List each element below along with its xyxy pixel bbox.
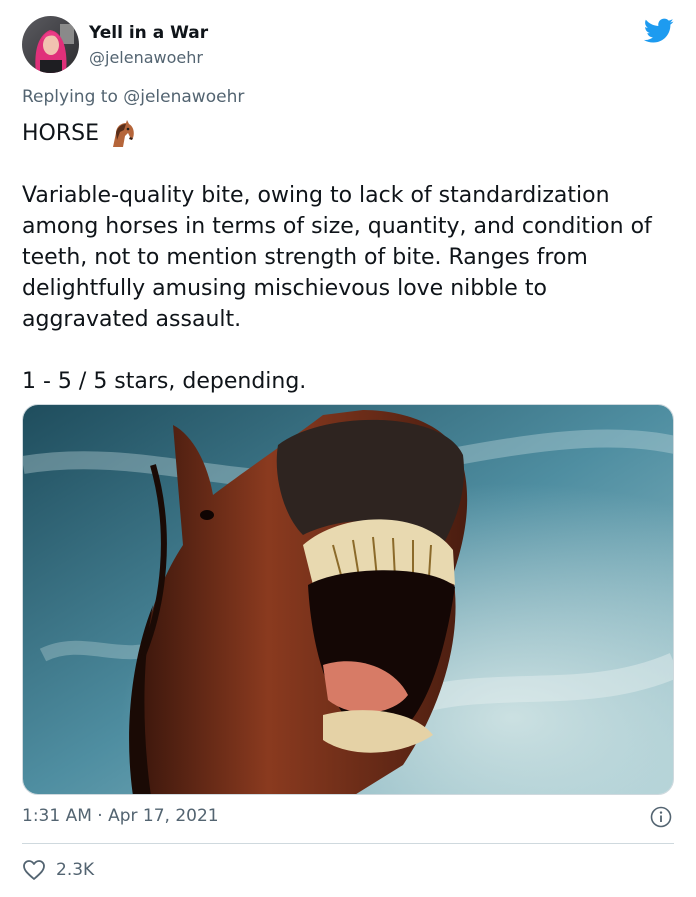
tweet-meta: 1:31 AM · Apr 17, 2021 (22, 806, 674, 830)
like-count: 2.3K (56, 860, 95, 880)
tweet-media-image[interactable] (22, 404, 674, 795)
avatar-photo (22, 16, 79, 73)
avatar[interactable] (22, 16, 79, 73)
tweet-title: HORSE (22, 121, 100, 146)
author-display-name[interactable]: Yell in a War (89, 23, 208, 43)
author-handle[interactable]: @jelenawoehr (89, 48, 203, 67)
heart-icon[interactable] (22, 859, 46, 881)
tweet-paragraph-1: Variable-quality bite, owing to lack of … (22, 183, 652, 332)
info-icon[interactable] (650, 806, 672, 828)
replying-to-line: Replying to @jelenawoehr (22, 87, 244, 107)
tweet-card: Yell in a War @jelenawoehr Replying to @… (0, 0, 696, 897)
tweet-title-line: HORSE (22, 118, 674, 149)
twitter-bird-icon[interactable] (643, 18, 674, 44)
replying-mention-link[interactable]: @jelenawoehr (123, 87, 244, 107)
horse-photo (23, 405, 673, 794)
tweet-paragraph-2: 1 - 5 / 5 stars, depending. (22, 369, 307, 394)
divider (22, 843, 674, 844)
replying-prefix: Replying to (22, 87, 118, 107)
tweet-timestamp[interactable]: 1:31 AM · Apr 17, 2021 (22, 806, 219, 826)
like-button[interactable]: 2.3K (22, 857, 94, 883)
tweet-header: Yell in a War @jelenawoehr (22, 16, 678, 74)
horse-face-emoji-icon (107, 119, 137, 148)
tweet-text: HORSE Variable-quality bite, owing to la… (22, 118, 674, 397)
